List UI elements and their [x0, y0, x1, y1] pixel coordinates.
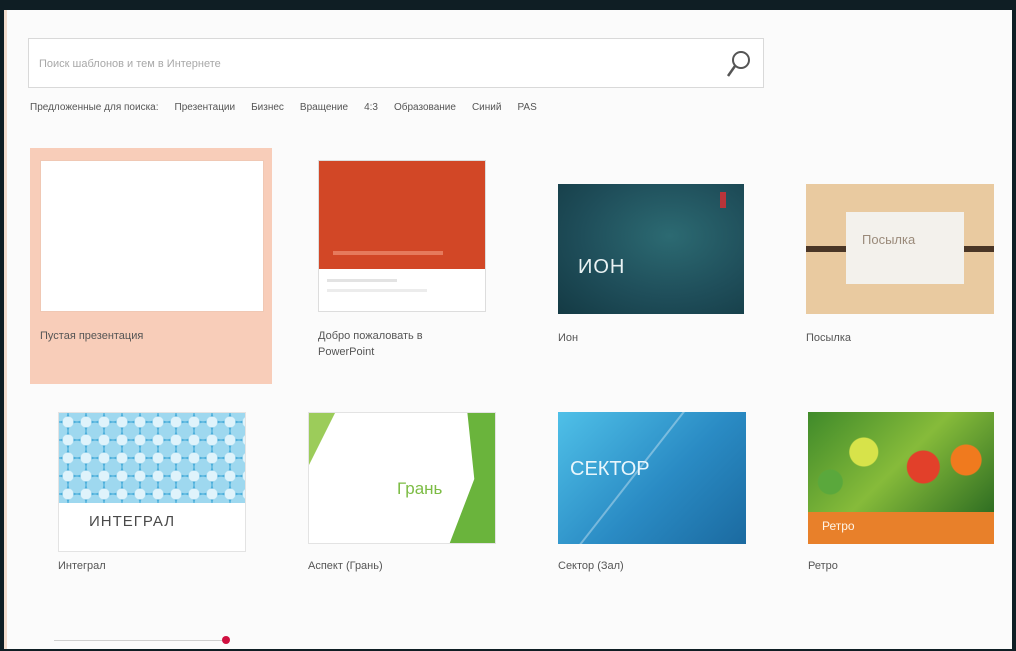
more-themes-divider	[54, 636, 230, 651]
template-search-box[interactable]	[28, 38, 764, 88]
template-label-integral: Интеграл	[58, 560, 106, 572]
search-input[interactable]	[37, 51, 721, 77]
parcel-thumb-title: Посылка	[862, 232, 916, 247]
template-thumbnail-blank[interactable]	[40, 160, 264, 312]
category-link-presentations[interactable]: Презентации	[175, 102, 236, 113]
template-label-ion: Ион	[558, 332, 579, 344]
facet-thumb-title: Грань	[397, 479, 443, 498]
template-label-retro: Ретро	[808, 560, 838, 572]
marker-dot-icon	[222, 636, 230, 644]
integral-thumb-title: ИНТЕГРАЛ	[89, 513, 176, 530]
suggested-label: Предложенные для поиска:	[30, 102, 159, 113]
template-thumbnail-parcel[interactable]: Посылка	[806, 184, 994, 314]
category-link-pas[interactable]: PAS	[517, 102, 536, 113]
template-label-facet: Аспект (Грань)	[308, 560, 383, 572]
search-icon[interactable]	[725, 49, 753, 79]
template-thumbnail-retro[interactable]: Ретро	[808, 412, 994, 544]
retro-thumb-title: Ретро	[822, 519, 855, 533]
sector-thumb-title: СЕКТОР	[570, 458, 650, 480]
suggested-searches: Предложенные для поиска: Презентации Биз…	[30, 102, 537, 113]
template-label-parcel: Посылка	[806, 332, 852, 344]
template-thumbnail-ion[interactable]: ИОН	[558, 184, 744, 314]
category-link-rotation[interactable]: Вращение	[300, 102, 348, 113]
template-thumbnail-welcome[interactable]	[318, 160, 486, 312]
template-thumbnail-integral[interactable]: ИНТЕГРАЛ	[58, 412, 246, 552]
template-thumbnail-sector[interactable]: СЕКТОР	[558, 412, 746, 544]
category-link-4x3[interactable]: 4:3	[364, 102, 378, 113]
category-link-business[interactable]: Бизнес	[251, 102, 284, 113]
category-link-blue[interactable]: Синий	[472, 102, 502, 113]
category-link-education[interactable]: Образование	[394, 102, 456, 113]
template-label-sector: Сектор (Зал)	[558, 560, 624, 572]
template-thumbnail-facet[interactable]: Грань	[308, 412, 496, 544]
template-label-blank: Пустая презентация	[40, 330, 144, 342]
template-label-welcome: Добро пожаловать в PowerPoint	[318, 330, 423, 358]
ion-thumb-title: ИОН	[578, 256, 626, 278]
